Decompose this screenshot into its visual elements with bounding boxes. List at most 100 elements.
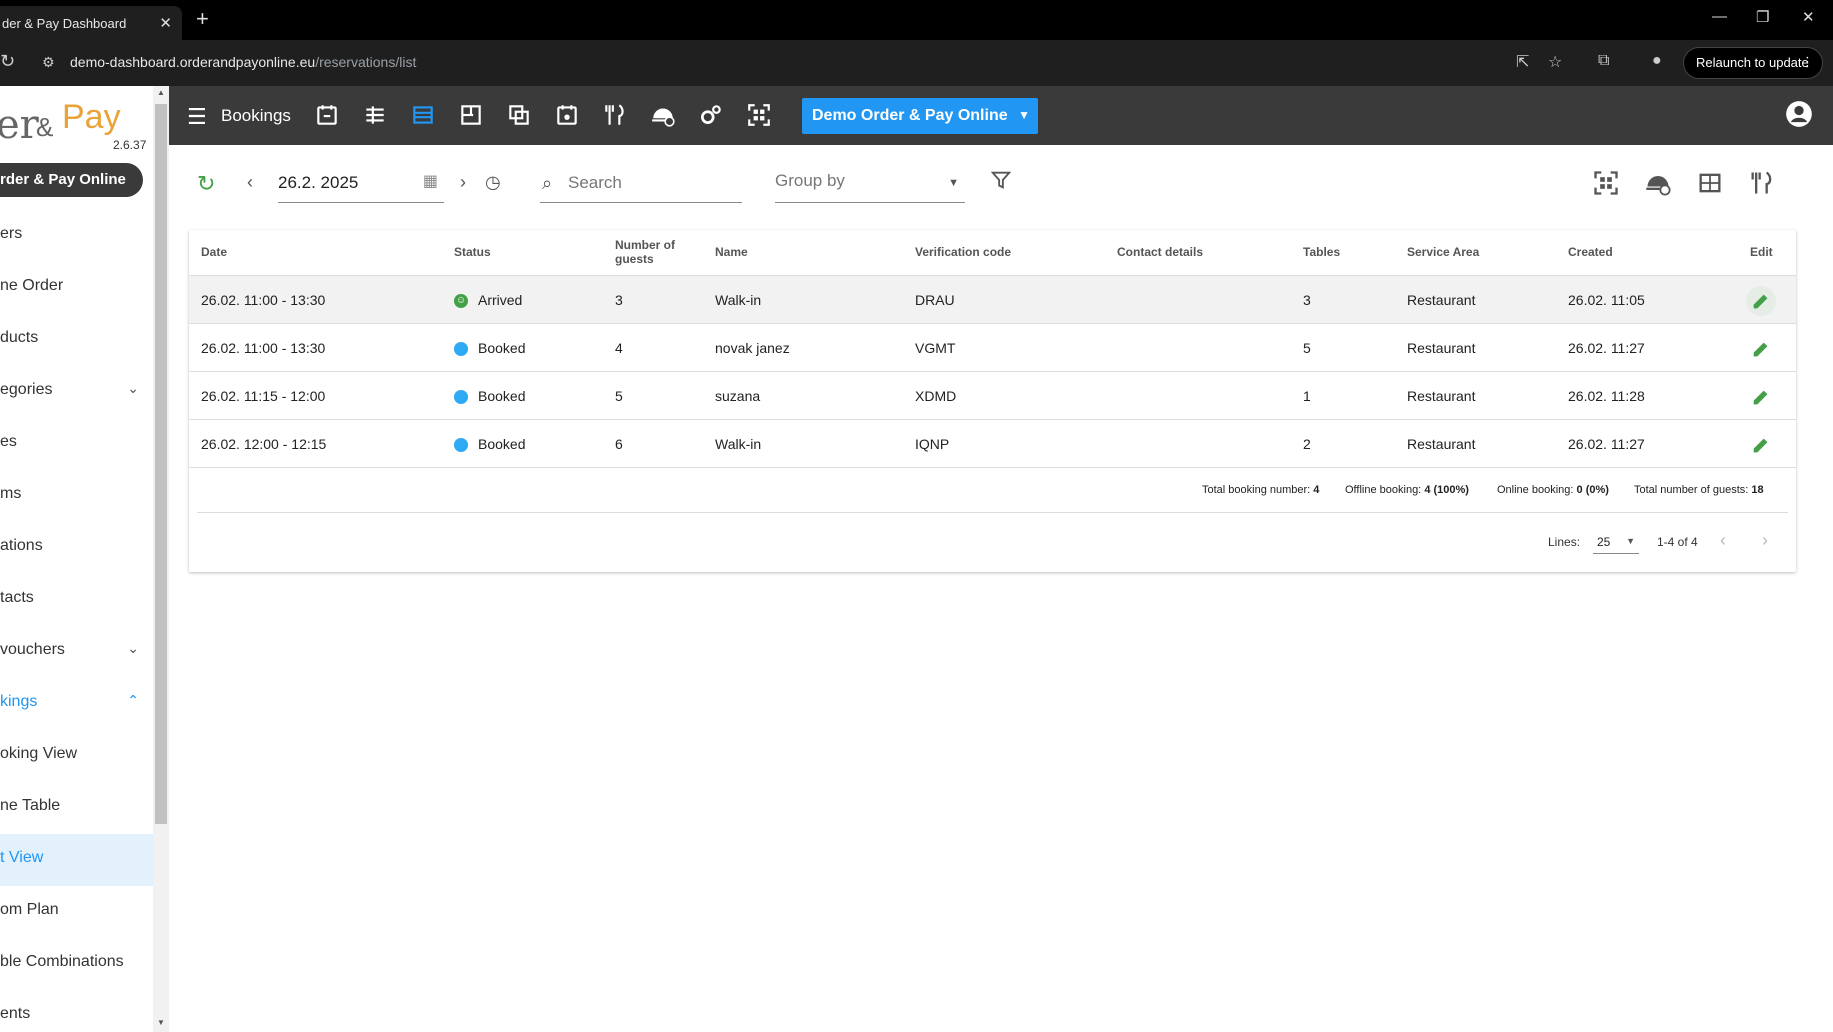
fork-knife-icon[interactable]: [1748, 169, 1776, 197]
sidebar-item-rooms[interactable]: ms: [0, 470, 153, 522]
scroll-up-icon[interactable]: ▲: [157, 88, 165, 97]
fork-knife-icon[interactable]: [602, 102, 628, 128]
service-time-icon[interactable]: [1644, 169, 1672, 197]
group-by-select[interactable]: Group by ▼: [775, 169, 965, 203]
calendar-icon[interactable]: ▦: [423, 171, 438, 191]
sidebar-item-list-view[interactable]: t View: [0, 834, 153, 886]
previous-day-icon[interactable]: ‹: [247, 172, 253, 193]
sidebar-item-vouchers[interactable]: vouchers ⌄: [0, 626, 153, 678]
sidebar-item-room-plan[interactable]: om Plan: [0, 886, 153, 938]
sidebar-item-booking-view[interactable]: oking View: [0, 730, 153, 782]
cell-name: novak janez: [715, 340, 790, 356]
sidebar-item-locations[interactable]: ations: [0, 522, 153, 574]
cell-tables: 2: [1303, 436, 1311, 452]
sidebar-item-table-combinations[interactable]: ble Combinations: [0, 938, 153, 990]
cell-tables: 3: [1303, 292, 1311, 308]
header-name[interactable]: Name: [715, 245, 748, 259]
header-tables[interactable]: Tables: [1303, 245, 1340, 259]
more-menu-icon[interactable]: ⋮: [1801, 54, 1814, 70]
sidebar-item-time-table[interactable]: ne Table: [0, 782, 153, 834]
header-guests[interactable]: Number of guests: [615, 238, 675, 266]
timeline-icon[interactable]: [362, 102, 388, 128]
service-time-icon[interactable]: [650, 102, 676, 128]
open-in-app-icon[interactable]: ⇱: [1516, 52, 1529, 72]
table-row[interactable]: 26.02. 12:00 - 12:15 Booked 6 Walk-in IQ…: [189, 420, 1796, 468]
total-booking-number: Total booking number: 4: [1202, 484, 1319, 496]
qr-scan-icon[interactable]: [746, 102, 772, 128]
header-status[interactable]: Status: [454, 245, 491, 259]
header-contact-details[interactable]: Contact details: [1117, 245, 1203, 259]
minimize-icon[interactable]: —: [1712, 8, 1727, 25]
calendar-star-icon[interactable]: [554, 102, 580, 128]
cell-guests: 3: [615, 292, 623, 308]
previous-page-icon[interactable]: ‹: [1720, 530, 1726, 551]
header-date[interactable]: Date: [201, 245, 227, 259]
new-tab-button[interactable]: +: [196, 6, 209, 32]
sidebar-item-online-order[interactable]: ne Order: [0, 262, 153, 314]
url-field[interactable]: demo-dashboard.orderandpayonline.eu/rese…: [70, 54, 416, 70]
lines-per-page-select[interactable]: 25 ▼: [1593, 530, 1639, 554]
online-booking-label: Online booking:: [1497, 484, 1574, 496]
cell-date: 26.02. 11:00 - 13:30: [201, 292, 326, 308]
tab-close-icon[interactable]: ✕: [159, 14, 172, 32]
settings-gears-icon[interactable]: [698, 102, 724, 128]
reload-icon[interactable]: ↻: [0, 51, 15, 72]
organization-pill[interactable]: rder & Pay Online: [0, 163, 143, 197]
table-combination-icon[interactable]: [506, 102, 532, 128]
qr-scan-icon[interactable]: [1592, 169, 1620, 197]
sidebar-item-label: ms: [0, 485, 22, 502]
restore-icon[interactable]: ❐: [1756, 8, 1769, 26]
cell-date: 26.02. 11:00 - 13:30: [201, 340, 326, 356]
account-icon[interactable]: [1785, 100, 1813, 128]
sidebar-item-tables[interactable]: es: [0, 418, 153, 470]
search-input[interactable]: ⌕ Search: [540, 171, 742, 203]
table-row[interactable]: 26.02. 11:00 - 13:30 ☺ Arrived 3 Walk-in…: [189, 276, 1796, 324]
status-booked-dot: [454, 438, 468, 452]
offline-booking-value: 4 (100%): [1424, 484, 1469, 496]
sidebar-item-products[interactable]: ducts: [0, 314, 153, 366]
hamburger-menu-icon[interactable]: ☰: [187, 104, 207, 130]
header-verification-code[interactable]: Verification code: [915, 245, 1011, 259]
sidebar-item-users[interactable]: ers: [0, 210, 153, 262]
cell-guests: 4: [615, 340, 623, 356]
edit-pencil-icon[interactable]: [1746, 334, 1776, 364]
table-row[interactable]: 26.02. 11:00 - 13:30 Booked 4 novak jane…: [189, 324, 1796, 372]
excel-export-icon[interactable]: [1696, 169, 1724, 197]
table-row[interactable]: 26.02. 11:15 - 12:00 Booked 5 suzana XDM…: [189, 372, 1796, 420]
cell-created: 26.02. 11:27: [1568, 436, 1645, 452]
sidebar-item-bookings[interactable]: kings ⌃: [0, 678, 153, 730]
sidebar-scrollbar[interactable]: ▲ ▼: [153, 86, 169, 1032]
edit-pencil-icon[interactable]: [1746, 430, 1776, 460]
list-view-icon[interactable]: [410, 102, 436, 128]
floor-plan-icon[interactable]: [458, 102, 484, 128]
sidebar-item-categories[interactable]: egories ⌄: [0, 366, 153, 418]
profile-avatar-icon[interactable]: ●: [1652, 52, 1662, 70]
bookmark-star-icon[interactable]: ☆: [1548, 52, 1562, 72]
total-booking-value: 4: [1313, 484, 1320, 496]
lines-value: 25: [1597, 535, 1611, 549]
sidebar-item-contacts[interactable]: tacts: [0, 574, 153, 626]
header-service-area[interactable]: Service Area: [1407, 245, 1479, 259]
browser-tab[interactable]: der & Pay Dashboard ✕: [0, 6, 182, 40]
relaunch-button[interactable]: Relaunch to update ⋮: [1683, 47, 1823, 79]
scrollbar-thumb[interactable]: [155, 104, 167, 824]
calendar-clock-icon[interactable]: ◷: [485, 172, 501, 193]
next-page-icon[interactable]: ›: [1762, 530, 1768, 551]
scroll-down-icon[interactable]: ▼: [157, 1018, 165, 1027]
edit-pencil-icon[interactable]: [1746, 382, 1776, 412]
filter-icon[interactable]: [990, 169, 1012, 197]
next-day-icon[interactable]: ›: [460, 172, 466, 193]
refresh-icon[interactable]: ↻: [197, 171, 215, 197]
calendar-add-icon[interactable]: [314, 102, 340, 128]
sidebar-item-label: oking View: [0, 745, 78, 762]
table-header: Date Status Number of guests Name Verific…: [189, 230, 1796, 276]
edit-pencil-icon[interactable]: [1746, 286, 1776, 316]
close-window-icon[interactable]: ✕: [1802, 8, 1815, 26]
site-info-icon[interactable]: ⚙: [42, 54, 60, 70]
extensions-icon[interactable]: ⧉: [1598, 52, 1609, 70]
header-created[interactable]: Created: [1568, 245, 1613, 259]
date-input[interactable]: 26.2. 2025 ▦: [278, 171, 444, 203]
sidebar-item-label: tacts: [0, 589, 34, 606]
sidebar-item-events[interactable]: ents: [0, 990, 153, 1032]
organization-select-button[interactable]: Demo Order & Pay Online ▼: [802, 98, 1038, 134]
